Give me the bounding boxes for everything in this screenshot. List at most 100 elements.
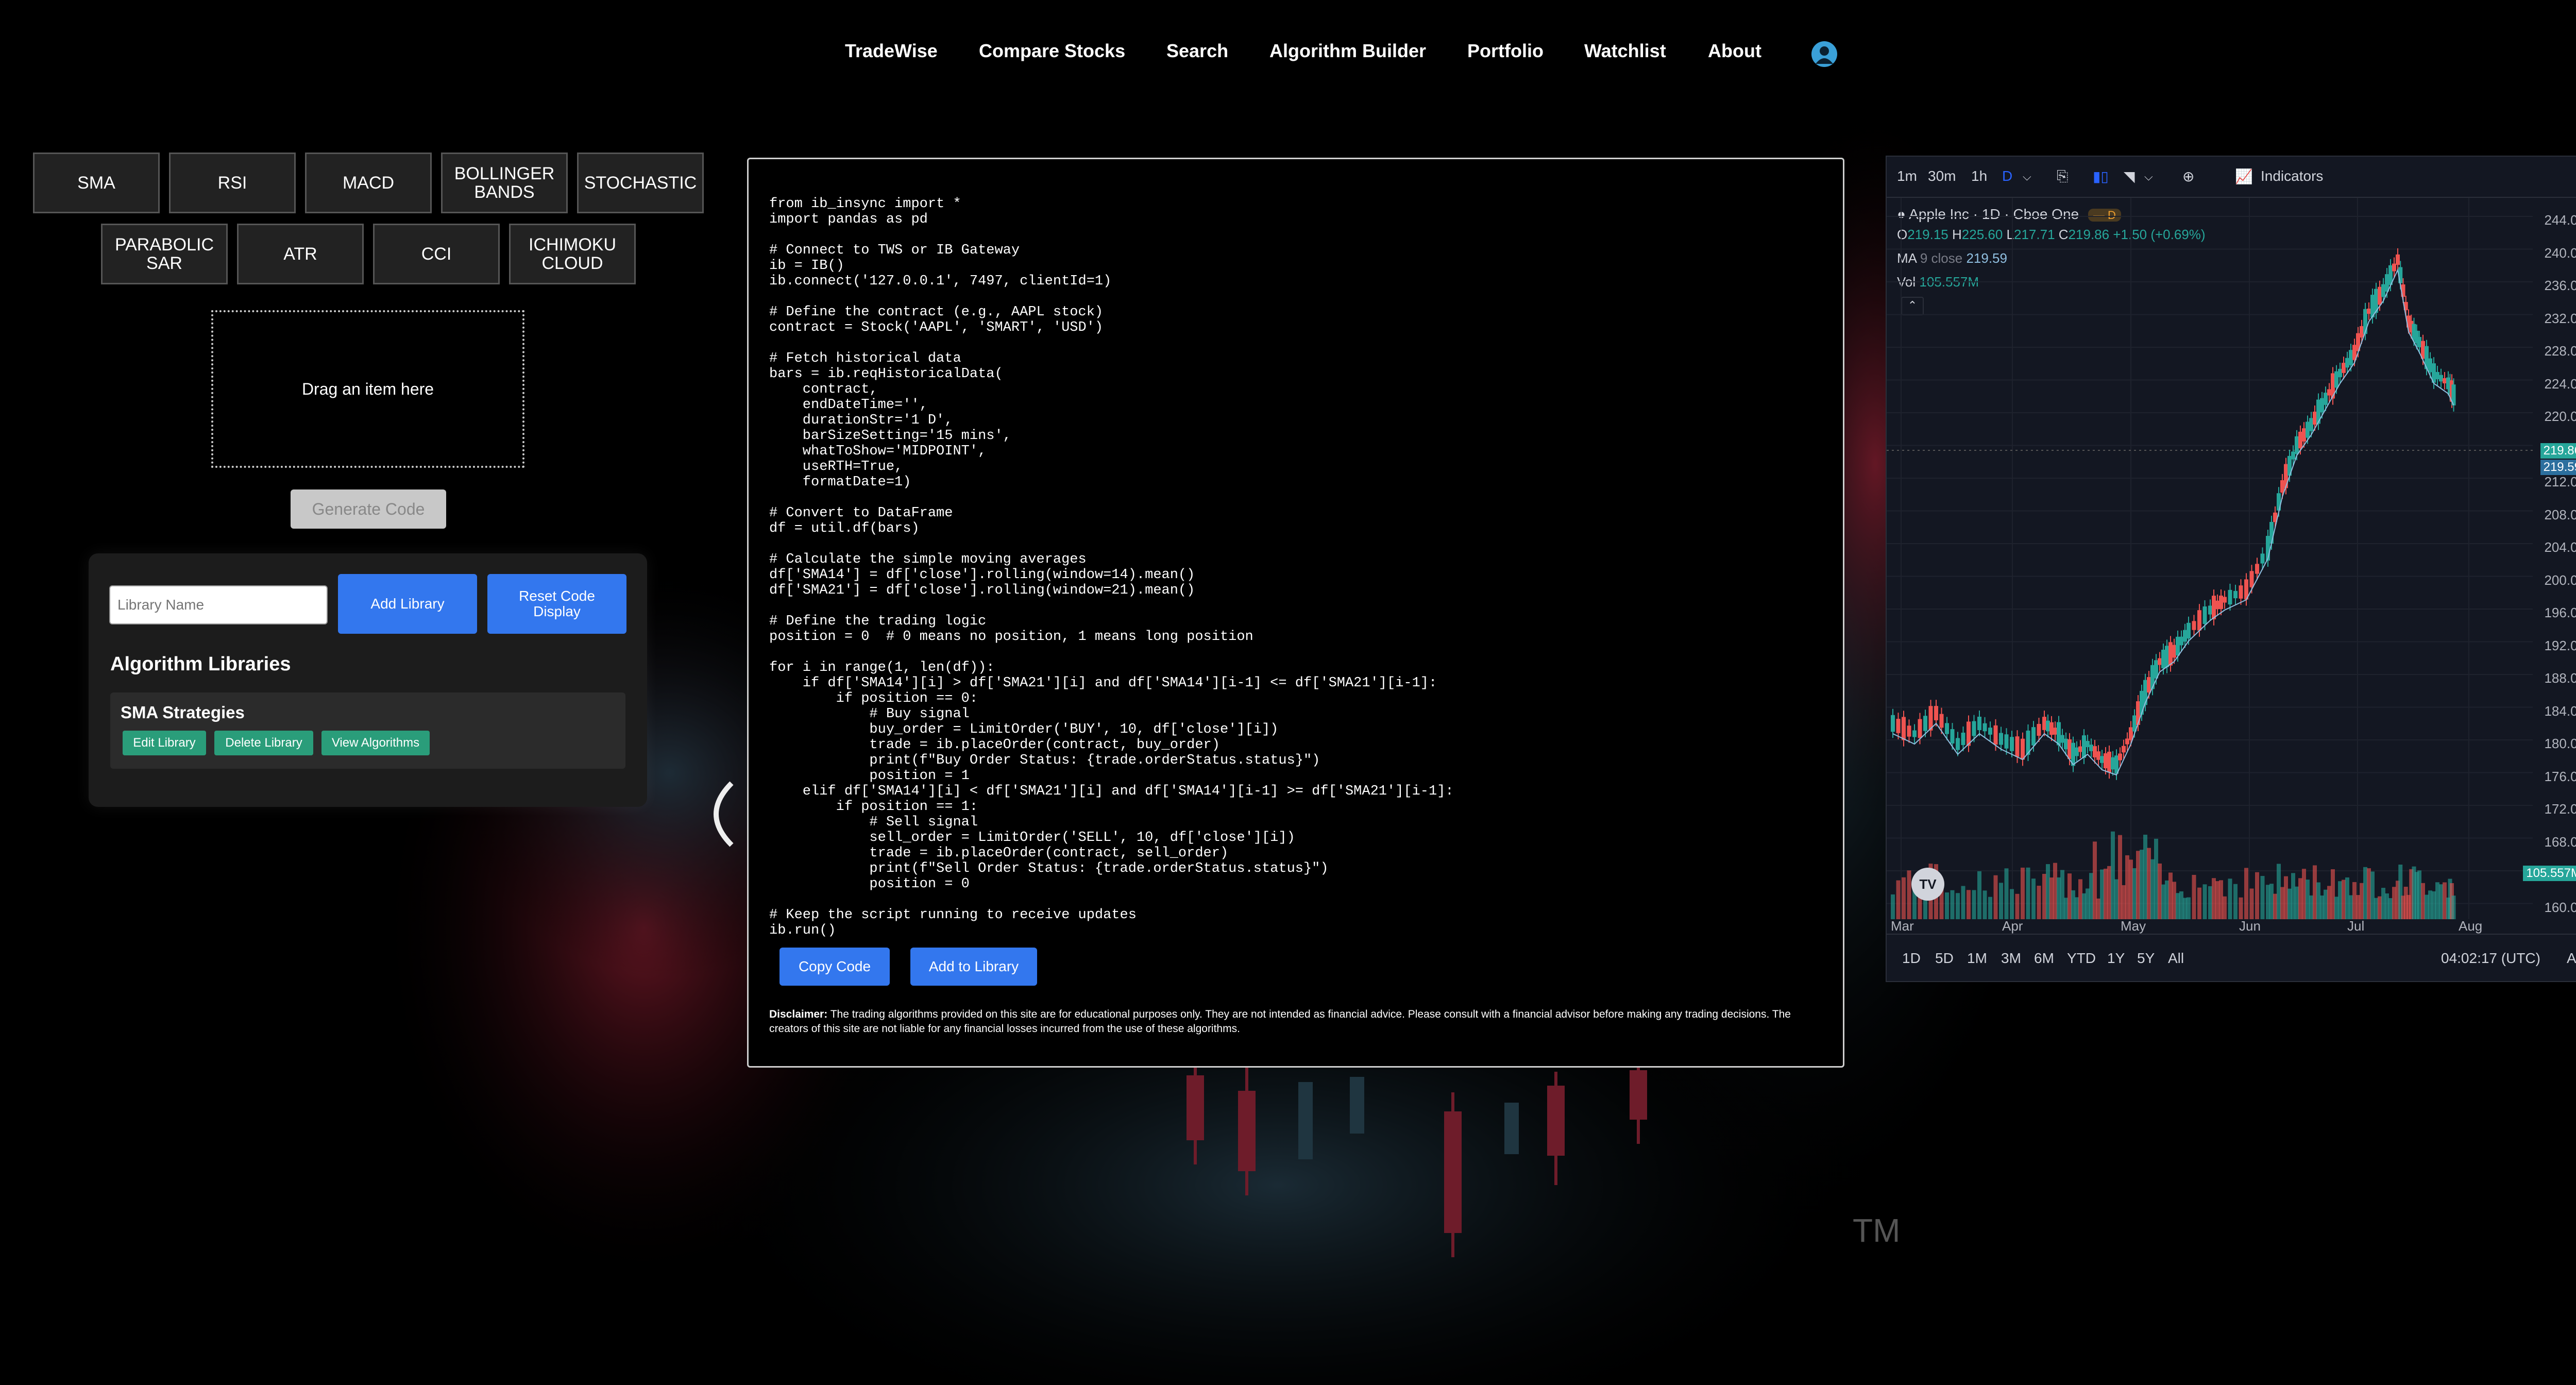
indicator-stochastic[interactable]: STOCHASTIC xyxy=(577,153,704,213)
volume-bar xyxy=(2021,867,2025,919)
volume-bar xyxy=(2352,882,2357,919)
indicator-rsi[interactable]: RSI xyxy=(169,153,296,213)
view-algorithms-button[interactable]: View Algorithms xyxy=(321,731,430,755)
price-axis-label: 196.00 xyxy=(2544,605,2576,620)
price-candle xyxy=(2306,421,2310,438)
volume-bar xyxy=(1891,894,1895,919)
disclaimer-text: The trading algorithms provided on this … xyxy=(769,1008,1791,1035)
add-compare-icon[interactable]: ⊕ xyxy=(2182,168,2194,185)
price-candle xyxy=(2042,717,2046,730)
price-chart-plot[interactable] xyxy=(1887,198,2533,935)
price-candle xyxy=(1912,730,1917,737)
last-price-tag: 219.86 xyxy=(2540,443,2576,459)
nav-algorithm-builder[interactable]: Algorithm Builder xyxy=(1269,40,1426,62)
indicators-icon[interactable]: 📈 xyxy=(2235,168,2253,185)
delete-library-button[interactable]: Delete Library xyxy=(214,731,313,755)
price-candle xyxy=(2165,646,2169,667)
price-axis-label: 184.00 xyxy=(2544,703,2576,719)
volume-bar xyxy=(2132,868,2137,919)
volume-bar xyxy=(2010,889,2014,919)
price-candle xyxy=(2060,735,2064,743)
nav-portfolio[interactable]: Portfolio xyxy=(1467,40,1544,62)
nav-search[interactable]: Search xyxy=(1166,40,1228,62)
bar-style-icon[interactable]: ⎘ xyxy=(2057,168,2068,185)
copy-code-button[interactable]: Copy Code xyxy=(779,948,890,986)
interval-30m[interactable]: 30m xyxy=(1928,168,1956,184)
price-candle xyxy=(2309,418,2313,431)
tradingview-logo-text: TV xyxy=(1919,876,1937,892)
indicator-parabolic-sar[interactable]: PARABOLIC SAR xyxy=(101,224,228,284)
price-axis-label: 236.00 xyxy=(2544,278,2576,293)
nav-about[interactable]: About xyxy=(1708,40,1761,62)
price-axis-label: 224.00 xyxy=(2544,376,2576,392)
interval-1h[interactable]: 1h xyxy=(1971,168,1987,184)
price-candle xyxy=(2367,308,2371,314)
volume-bar xyxy=(2004,868,2009,919)
user-avatar-icon[interactable] xyxy=(1811,41,1837,67)
nav-brand[interactable]: TradeWise xyxy=(845,40,938,62)
indicator-atr[interactable]: ATR xyxy=(237,224,364,284)
utc-time[interactable]: 04:02:17 (UTC) xyxy=(2441,950,2540,967)
range-ytd[interactable]: YTD xyxy=(2067,950,2096,967)
indicator-cci[interactable]: CCI xyxy=(373,224,500,284)
price-candle xyxy=(2284,464,2288,488)
volume-bar xyxy=(2172,882,2176,919)
range-1y[interactable]: 1Y xyxy=(2107,950,2125,967)
indicator-macd[interactable]: MACD xyxy=(305,153,432,213)
interval-chevron-down-icon[interactable]: ⌵ xyxy=(2023,170,2031,183)
range-3m[interactable]: 3M xyxy=(2001,950,2021,967)
generate-code-button[interactable]: Generate Code xyxy=(291,489,446,529)
volume-bar xyxy=(2327,886,2331,919)
nav-watchlist[interactable]: Watchlist xyxy=(1584,40,1666,62)
library-name-input[interactable] xyxy=(109,585,328,624)
range-all[interactable]: All xyxy=(2168,950,2184,967)
adj-toggle[interactable]: ADJ xyxy=(2567,950,2576,967)
range-5d[interactable]: 5D xyxy=(1935,950,1954,967)
volume-bar xyxy=(2187,897,2191,919)
volume-bar xyxy=(2089,873,2093,919)
price-candle xyxy=(2183,630,2187,642)
tradingview-logo-icon[interactable]: TV xyxy=(1911,868,1944,901)
price-candle xyxy=(2161,649,2165,669)
indicator-bollinger-bands[interactable]: BOLLINGER BANDS xyxy=(441,153,568,213)
chart-type-chevron-down-icon[interactable]: ⌵ xyxy=(2144,170,2153,183)
interval-1m[interactable]: 1m xyxy=(1897,168,1917,184)
add-to-library-button[interactable]: Add to Library xyxy=(910,948,1037,986)
price-axis-label: 208.00 xyxy=(2544,506,2576,522)
volume-bar xyxy=(2443,882,2447,919)
volume-bar xyxy=(2071,890,2075,919)
volume-bar xyxy=(2140,850,2144,919)
volume-bar xyxy=(1896,880,1901,919)
interval-d[interactable]: D xyxy=(2002,168,2012,184)
generated-code[interactable]: from ib_insync import * import pandas as… xyxy=(769,196,1454,938)
indicators-button[interactable]: Indicators xyxy=(2261,168,2323,184)
price-candle xyxy=(2428,358,2432,373)
edit-library-button[interactable]: Edit Library xyxy=(123,731,206,755)
volume-bar xyxy=(2381,888,2385,919)
price-candle xyxy=(2089,745,2093,751)
candles-icon[interactable]: ▮▯ xyxy=(2093,168,2109,185)
price-candle xyxy=(2118,753,2122,761)
area-chart-icon[interactable]: ◥ xyxy=(2124,168,2135,185)
volume-bar xyxy=(1956,893,1960,919)
price-candle xyxy=(2313,411,2317,425)
range-1d[interactable]: 1D xyxy=(1902,950,1921,967)
indicator-ichimoku-cloud[interactable]: ICHIMOKU CLOUD xyxy=(509,224,636,284)
add-library-button[interactable]: Add Library xyxy=(338,574,477,634)
volume-bar xyxy=(2360,883,2364,919)
disclaimer-label: Disclaimer: xyxy=(769,1008,828,1020)
nav-compare-stocks[interactable]: Compare Stocks xyxy=(979,40,1125,62)
indicator-sma[interactable]: SMA xyxy=(33,153,160,213)
reset-code-display-button[interactable]: Reset Code Display xyxy=(487,574,626,634)
drop-zone[interactable]: Drag an item here xyxy=(211,310,524,468)
volume-bar xyxy=(2417,870,2421,919)
range-6m[interactable]: 6M xyxy=(2034,950,2054,967)
range-1m[interactable]: 1M xyxy=(1967,950,1987,967)
price-axis-label: 220.00 xyxy=(2544,409,2576,424)
volume-bar xyxy=(2439,884,2443,919)
price-candle xyxy=(2053,728,2057,735)
price-candle xyxy=(2443,378,2447,384)
price-candle xyxy=(1902,717,1906,740)
range-5y[interactable]: 5Y xyxy=(2137,950,2155,967)
volume-bar xyxy=(2215,881,2219,919)
